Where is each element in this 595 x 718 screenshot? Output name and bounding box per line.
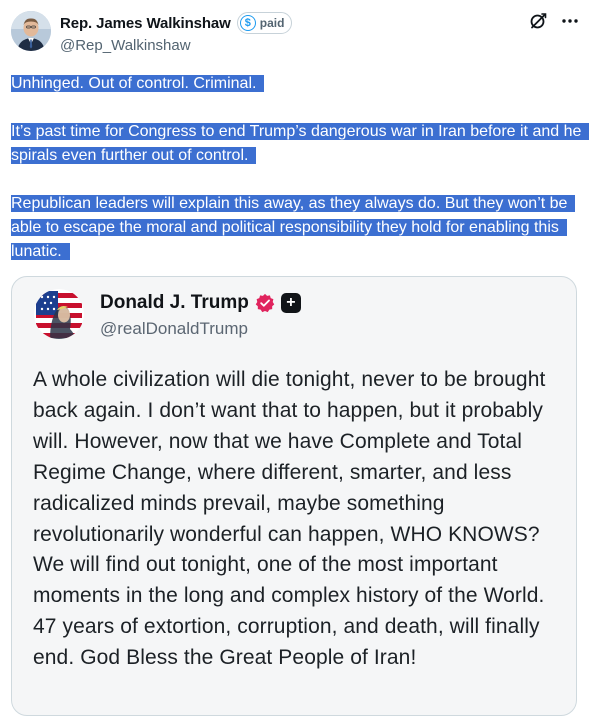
author-handle[interactable]: @Rep_Walkinshaw bbox=[60, 37, 191, 54]
paid-badge-label: paid bbox=[259, 16, 285, 30]
embedded-post-handle[interactable]: @realDonaldTrump bbox=[100, 319, 248, 339]
tweet-paragraph: It’s past time for Congress to end Trump… bbox=[11, 120, 590, 168]
embedded-post-name-row: Donald J. Trump + bbox=[100, 291, 301, 315]
embedded-post-avatar[interactable] bbox=[34, 289, 84, 339]
selected-text: Unhinged. Out of control. Criminal. bbox=[11, 75, 265, 92]
embedded-post-body: A whole civilization will die tonight, n… bbox=[33, 368, 546, 670]
dollar-icon: $ bbox=[239, 15, 256, 31]
selected-text: Republican leaders will explain this awa… bbox=[11, 195, 576, 260]
plus-badge-icon: + bbox=[280, 293, 301, 313]
tweet-text[interactable]: Unhinged. Out of control. Criminal. It’s… bbox=[11, 72, 590, 264]
selected-text: It’s past time for Congress to end Trump… bbox=[11, 123, 590, 164]
embedded-post-card[interactable]: Donald J. Trump + @realDonaldTrump A who… bbox=[11, 276, 577, 716]
embedded-post-name[interactable]: Donald J. Trump bbox=[100, 292, 249, 314]
author-avatar[interactable] bbox=[11, 11, 51, 51]
author-name[interactable]: Rep. James Walkinshaw bbox=[60, 15, 231, 32]
tweet-paragraph: Republican leaders will explain this awa… bbox=[11, 192, 586, 264]
verified-badge-icon bbox=[255, 293, 275, 313]
post-actions bbox=[527, 10, 581, 32]
more-icon[interactable] bbox=[559, 10, 581, 32]
tweet-paragraph: Unhinged. Out of control. Criminal. bbox=[11, 72, 586, 96]
grok-icon[interactable] bbox=[527, 10, 549, 32]
paid-badge[interactable]: $ paid bbox=[236, 12, 293, 34]
author-name-row: Rep. James Walkinshaw $ paid bbox=[60, 12, 293, 34]
